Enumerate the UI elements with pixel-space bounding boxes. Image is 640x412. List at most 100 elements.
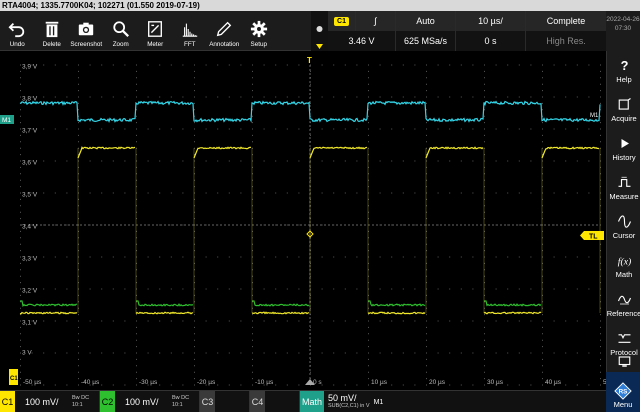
trigger-position-strip [311,11,328,51]
trigger-mode[interactable]: Auto [396,11,456,31]
sidebar-item-measure[interactable]: Measure [607,168,640,207]
sample-rate: 625 MSa/s [396,31,456,51]
fft-button[interactable]: FFT [173,11,208,51]
sidebar-item-math[interactable]: f(x) Math [607,246,640,285]
toolbar: Undo Delete Screenshot Zoom Meter FFT An… [0,11,311,51]
acquisition-state[interactable]: Complete [526,11,606,31]
trace-c1-high [77,146,600,159]
trigger-source[interactable]: C1 [328,11,356,31]
x-axis-label: -50 µs [23,379,42,386]
zoom-button[interactable]: Zoom [104,11,139,51]
y-axis-label: 3,8 V [22,96,38,103]
channel-c2[interactable]: C2 100 mV/ Bᴡ DC 10:1 [100,391,200,412]
trace-c1-edges [77,148,601,313]
channel-c4-label: C4 [250,391,265,412]
annotation-button[interactable]: Annotation [207,11,242,51]
trigger-level-label: TL [589,234,598,241]
resolution-mode[interactable]: High Res. [526,31,606,51]
trigger-time-marker: T [307,56,312,65]
screenshot-button[interactable]: Screenshot [69,11,104,51]
trigger-slope[interactable]: ∫ [356,11,396,31]
channel-c2-label: C2 [100,391,115,412]
trigger-arrow-icon [316,44,323,49]
sidebar-item-acquire[interactable]: Acquire [607,90,640,129]
m1-marker-right-label: M1 [590,113,599,119]
y-axis-label: 3,9 V [22,64,38,71]
undo-button[interactable]: Undo [0,11,35,51]
clock-time: 07:30 [614,25,632,32]
trash-icon [45,21,59,38]
math-channel-expression: SUB(C2,C1) in V [328,403,370,409]
channel-c4[interactable]: C4 [250,391,300,412]
help-icon: ? [620,58,628,73]
gear-icon [250,20,267,38]
trigger-level[interactable]: 3.46 V [328,31,396,51]
channel-c3[interactable]: C3 [200,391,250,412]
c1-ground-label: C1 [10,376,18,382]
math-channel-id: M1 [373,398,384,406]
meter-button[interactable]: Meter [138,11,173,51]
channel-c1-scale: 100 mV/ [25,397,59,407]
acquire-icon [618,97,631,110]
y-axis-label: 3,7 V [22,128,38,135]
x-axis-label: -20 µs [197,379,216,386]
delete-button[interactable]: Delete [35,11,70,51]
menu-button[interactable]: RS Menu [606,372,640,412]
x-axis-label: 40 µs [545,379,562,386]
play-icon [621,138,629,148]
x-axis-label: -40 µs [81,379,100,386]
time-offset[interactable]: 0 s [456,31,526,51]
y-axis-label: 3,6 V [22,160,38,167]
waveform-grid[interactable]: 3,9 V 3,8 V 3,7 V 3,6 V 3,5 V 3,4 V 3,3 V 3,2 V… [0,51,620,390]
reference-icon [617,295,631,304]
trace-math-m1 [19,100,601,123]
cursor-icon [617,214,631,228]
math-channel-label: Math [300,391,324,412]
measure-icon [618,176,630,187]
sidebar-item-reference[interactable]: Reference [607,285,640,324]
pen-icon [217,21,232,37]
math-channel-scale: 50 mV/ [328,393,357,403]
y-axis-label: 3,2 V [22,288,38,295]
math-channel[interactable]: Math 50 mV/ SUB(C2,C1) in V M1 [300,391,410,412]
channel-bar: C1 100 mV/ Bᴡ DC 10:1 C2 100 mV/ Bᴡ DC 10:… [0,390,606,412]
channel-c1[interactable]: C1 100 mV/ Bᴡ DC 10:1 [0,391,100,412]
sidebar: ? Help Acquire History Measure Cursor f(… [606,51,640,412]
setup-button[interactable]: Setup [242,11,277,51]
sidebar-item-cursor[interactable]: Cursor [607,207,640,246]
camera-icon [79,22,94,36]
clock: 2022-04-26 07:30 [606,11,640,51]
y-axis-label: 3 V [22,350,32,357]
sidebar-item-history[interactable]: History [607,129,640,168]
y-axis-label: 3,5 V [22,192,38,199]
x-axis-label: 10 µs [371,379,388,386]
y-axis-label: 3,3 V [22,256,38,263]
channel-c2-scale: 100 mV/ [125,397,159,407]
x-axis-label: -10 µs [255,379,274,386]
svg-text:?: ? [620,58,628,73]
time-scale[interactable]: 10 µs/ [456,11,526,31]
rohde-schwarz-logo-icon: RS [614,382,632,400]
sidebar-item-apps[interactable] [607,351,640,373]
channel-c2-coupling: Bᴡ DC 10:1 [172,395,190,408]
y-axis-label: 3,4 V [22,224,38,231]
channel-c3-label: C3 [200,391,215,412]
clock-date: 2022-04-26 [606,16,640,23]
zoom-icon [113,21,129,37]
y-axis-label: 3,1 V [22,320,38,327]
svg-text:f(x): f(x) [617,256,631,267]
math-icon: f(x) [617,256,631,267]
meter-icon [148,21,163,37]
x-axis-label: -30 µs [139,379,158,386]
fft-icon [182,23,197,37]
x-axis-label: 30 µs [487,379,504,386]
window-title-bar: RTA4004; 1335.7700K04; 102271 (01.550 20… [0,0,640,11]
channel-c1-coupling: Bᴡ DC 10:1 [72,395,90,408]
trigger-position-marker [316,26,323,49]
protocol-icon [618,333,630,343]
acquisition-status-panel[interactable]: C1 ∫ Auto 10 µs/ Complete 3.46 V 625 MSa… [328,11,606,51]
waveform-display[interactable]: 3,9 V 3,8 V 3,7 V 3,6 V 3,5 V 3,4 V 3,3 V 3,2 V… [0,51,620,390]
sidebar-item-help[interactable]: ? Help [607,51,640,90]
svg-text:RS: RS [619,389,628,396]
window-title: RTA4004; 1335.7700K04; 102271 (01.550 20… [2,1,200,10]
